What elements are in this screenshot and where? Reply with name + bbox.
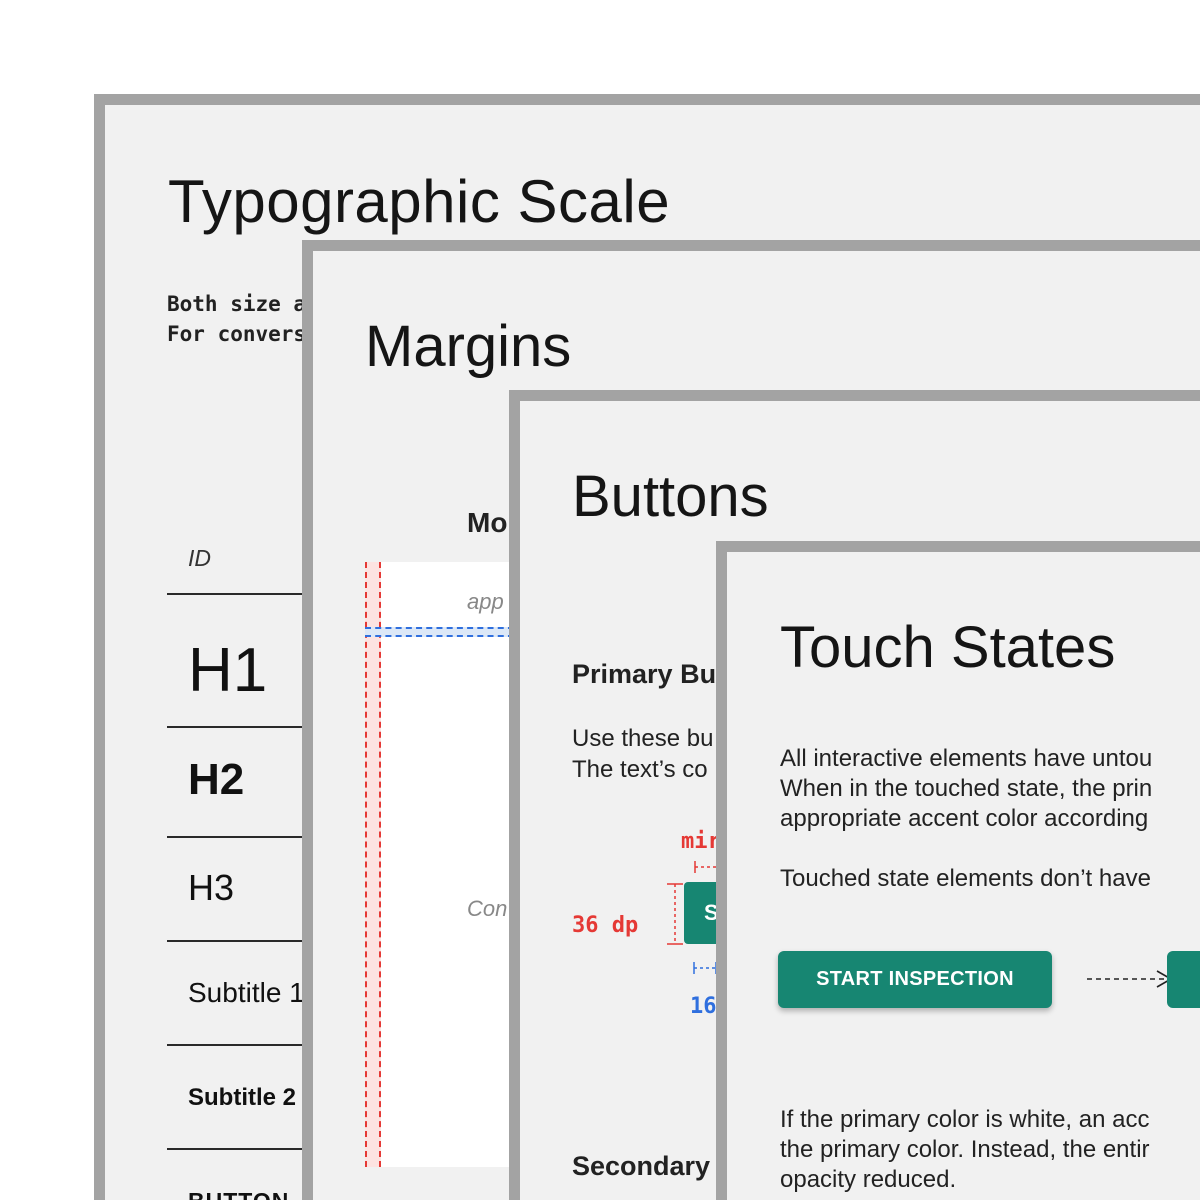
- type-sample-h3: H3: [188, 867, 235, 908]
- description-line: Use these bu: [572, 725, 714, 752]
- left-margin-guide: [365, 562, 381, 1167]
- touch-states-paragraph-1: All interactive elements have untou When…: [780, 744, 1152, 834]
- height-guide: [667, 883, 683, 945]
- description-line: Both size a: [167, 292, 307, 316]
- description-line: The text’s co: [572, 756, 708, 783]
- type-sample-subtitle-1: Subtitle 1: [188, 977, 305, 1008]
- secondary-buttons-heading: Secondary: [572, 1151, 711, 1181]
- touch-states-paragraph-2: Touched state elements don’t have: [780, 865, 1151, 892]
- padding-label: 16: [690, 994, 717, 1019]
- appbar-label: app: [467, 589, 504, 614]
- paragraph-line: If the primary color is white, an acc: [780, 1106, 1150, 1133]
- paragraph-line: When in the touched state, the prin: [780, 775, 1153, 802]
- id-column-header: ID: [188, 545, 211, 571]
- margins-title: Margins: [365, 314, 572, 379]
- paragraph-line: the primary color. Instead, the entir: [780, 1136, 1150, 1163]
- touch-states-card: Touch States All interactive elements ha…: [716, 541, 1200, 1200]
- margins-subheading: Mo: [467, 507, 508, 538]
- touched-state-button[interactable]: [1167, 951, 1200, 1008]
- paragraph-line: appropriate accent color according: [780, 805, 1149, 832]
- type-sample-h2: H2: [188, 755, 245, 804]
- content-label: Con: [467, 896, 508, 921]
- primary-buttons-heading: Primary Bu: [572, 659, 717, 689]
- paragraph-line: opacity reduced.: [780, 1166, 957, 1193]
- primary-buttons-description: Use these bu The text’s co: [572, 723, 713, 785]
- dashed-arrow-right-icon: [1087, 970, 1173, 988]
- buttons-title: Buttons: [572, 464, 769, 529]
- touch-states-paragraph-3: If the primary color is white, an acc th…: [780, 1105, 1150, 1195]
- type-sample-subtitle-2: Subtitle 2: [188, 1084, 297, 1111]
- typographic-scale-description: Both size a For convers: [167, 289, 306, 349]
- height-label: 36 dp: [572, 913, 639, 938]
- type-sample-h1: H1: [188, 636, 268, 705]
- start-inspection-button[interactable]: START INSPECTION: [778, 951, 1052, 1008]
- description-line: For convers: [167, 322, 307, 346]
- min-width-label: mir: [681, 829, 721, 854]
- touch-states-title: Touch States: [780, 615, 1116, 680]
- type-sample-button: BUTTON: [188, 1188, 289, 1200]
- typographic-scale-title: Typographic Scale: [168, 168, 671, 235]
- paragraph-line: All interactive elements have untou: [780, 745, 1153, 772]
